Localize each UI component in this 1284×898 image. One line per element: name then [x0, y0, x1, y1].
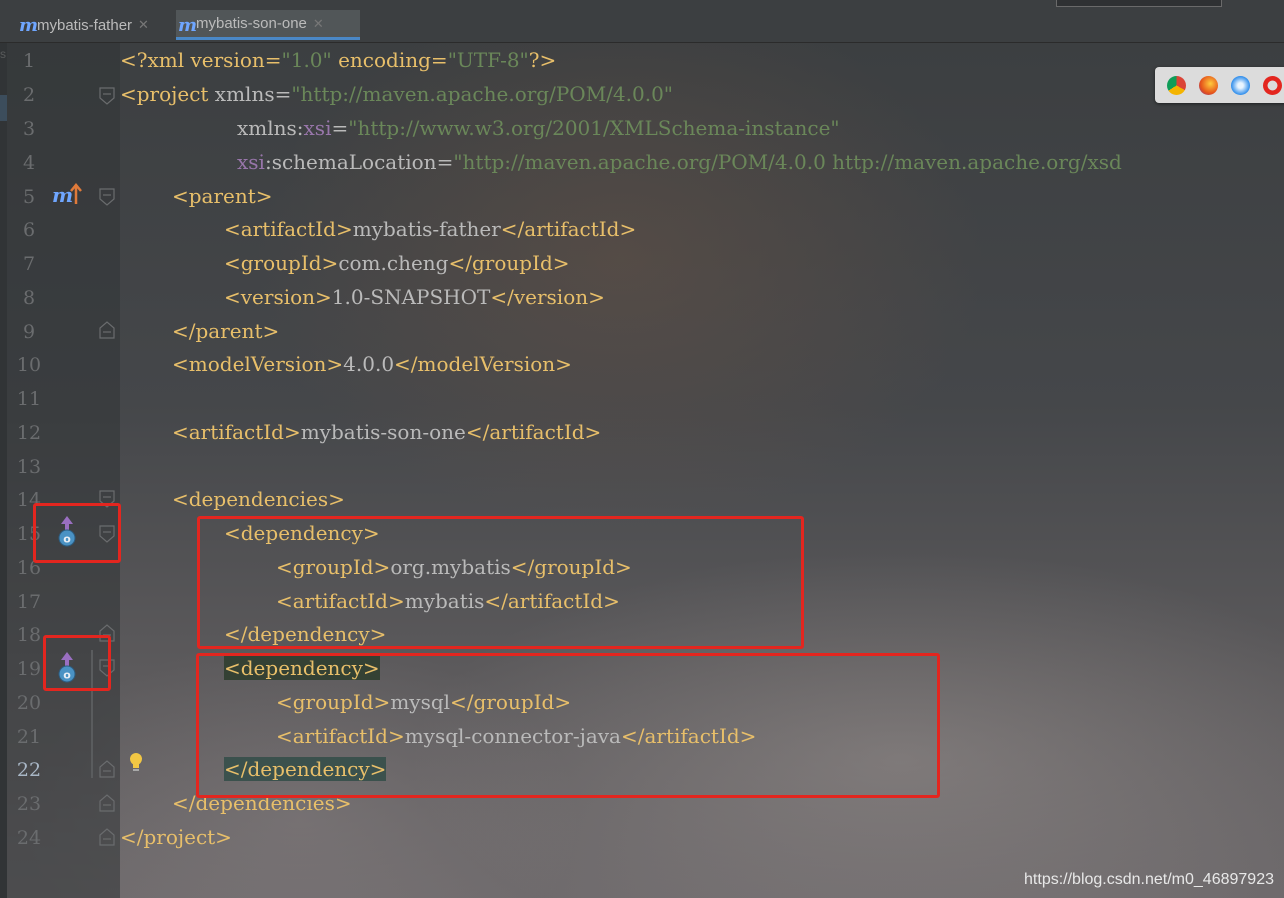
xml-tag: </parent>: [172, 319, 280, 343]
annotation-box: [197, 516, 804, 649]
line-number: 24: [16, 827, 42, 849]
line-number: 10: [16, 354, 42, 376]
annotation-box: [196, 653, 940, 798]
xml-tag: </modelVersion>: [394, 352, 572, 376]
lightbulb-icon[interactable]: [128, 752, 144, 774]
tab-label: mybatis-son-one: [196, 15, 307, 32]
namespace: xsi: [303, 116, 332, 140]
code-line-2[interactable]: <project xmlns="http://maven.apache.org/…: [120, 82, 673, 106]
xml-tag: </groupId>: [448, 251, 570, 275]
line-number: 13: [16, 456, 42, 478]
attr-name: xmlns=: [214, 82, 292, 106]
line-number: 3: [22, 118, 36, 140]
line-number: 6: [22, 219, 36, 241]
fold-close-icon[interactable]: [98, 760, 116, 778]
attr-value: "1.0": [281, 48, 332, 72]
attr-name: =: [331, 116, 349, 140]
line-number: 12: [16, 422, 42, 444]
fold-close-icon[interactable]: [98, 794, 116, 812]
close-icon[interactable]: ✕: [138, 17, 149, 33]
xml-tag: </artifactId>: [500, 217, 637, 241]
fold-close-icon[interactable]: [98, 321, 116, 339]
line-number-current: 22: [16, 759, 42, 781]
attr-value: "UTF-8": [447, 48, 529, 72]
tag-text: com.cheng: [338, 251, 449, 275]
code-line-10[interactable]: <modelVersion>4.0.0</modelVersion>: [172, 352, 572, 376]
attr-name: xmlns:: [237, 116, 304, 140]
xml-declaration: ?>: [528, 48, 557, 72]
close-icon[interactable]: ✕: [313, 16, 324, 32]
code-line-8[interactable]: <version>1.0-SNAPSHOT</version>: [224, 285, 605, 309]
editor-tab-bar: m mybatis-father ✕ m mybatis-son-one ✕: [0, 0, 1284, 43]
xml-tag: </project>: [120, 825, 232, 849]
safari-icon[interactable]: [1231, 76, 1250, 95]
line-number: 23: [16, 793, 42, 815]
firefox-icon[interactable]: [1199, 76, 1218, 95]
watermark-text: https://blog.csdn.net/m0_46897923: [1024, 871, 1274, 888]
tab-label: mybatis-father: [37, 16, 133, 34]
fold-open-icon[interactable]: [98, 87, 116, 105]
tag-text: mybatis-father: [352, 217, 501, 241]
line-number: 19: [16, 658, 42, 680]
tag-text: 1.0-SNAPSHOT: [331, 285, 491, 309]
search-field[interactable]: [1056, 0, 1222, 7]
browser-preview-popup: [1155, 67, 1284, 103]
fold-close-icon[interactable]: [98, 828, 116, 846]
tab-mybatis-son-one[interactable]: m mybatis-son-one ✕: [176, 10, 360, 40]
annotation-box: [33, 503, 121, 563]
xml-tag: <project: [120, 82, 215, 106]
line-number: 21: [16, 726, 42, 748]
xml-tag: <modelVersion>: [172, 352, 344, 376]
code-line-24[interactable]: </project>: [120, 825, 232, 849]
line-number: 8: [22, 287, 36, 309]
annotation-box: [43, 635, 111, 691]
code-line-9[interactable]: </parent>: [172, 319, 279, 343]
line-number: 5: [22, 186, 36, 208]
attr-value: "http://www.w3.org/2001/XMLSchema-instan…: [348, 116, 840, 140]
xml-declaration: <?xml version=: [120, 48, 282, 72]
xml-tag: <dependencies>: [172, 487, 345, 511]
opera-icon[interactable]: [1263, 76, 1282, 95]
attr-name: :schemaLocation=: [264, 150, 454, 174]
line-number: 17: [16, 591, 42, 613]
maven-parent-icon[interactable]: m: [52, 182, 82, 206]
code-line-14[interactable]: <dependencies>: [172, 487, 345, 511]
xml-tag: <artifactId>: [224, 217, 353, 241]
line-number: 11: [16, 388, 42, 410]
code-line-7[interactable]: <groupId>com.cheng</groupId>: [224, 251, 570, 275]
xml-tag: <version>: [224, 285, 332, 309]
svg-text:m: m: [52, 183, 73, 206]
xml-tag: <groupId>: [224, 251, 339, 275]
xml-tag: </artifactId>: [465, 420, 602, 444]
code-line-12[interactable]: <artifactId>mybatis-son-one</artifactId>: [172, 420, 601, 444]
line-number: 7: [22, 253, 36, 275]
code-line-5[interactable]: <parent>: [172, 184, 273, 208]
tag-text: 4.0.0: [343, 352, 395, 376]
maven-icon: m: [19, 15, 39, 36]
xml-tag: <artifactId>: [172, 420, 301, 444]
namespace: xsi: [237, 150, 265, 174]
code-line-4[interactable]: xsi:schemaLocation="http://maven.apache.…: [237, 150, 1122, 174]
fold-open-icon[interactable]: [98, 188, 116, 206]
line-number: 20: [16, 692, 42, 714]
xml-tag: </version>: [490, 285, 605, 309]
maven-icon: m: [178, 15, 198, 36]
attr-value: "http://maven.apache.org/POM/4.0.0 http:…: [453, 150, 1122, 174]
xml-declaration: encoding=: [331, 48, 448, 72]
attr-value: "http://maven.apache.org/POM/4.0.0": [291, 82, 674, 106]
tab-mybatis-father[interactable]: m mybatis-father ✕: [17, 10, 201, 40]
code-line-3[interactable]: xmlns:xsi="http://www.w3.org/2001/XMLSch…: [237, 116, 840, 140]
chrome-icon[interactable]: [1167, 76, 1186, 95]
line-number: 18: [16, 624, 42, 646]
line-number: 4: [22, 152, 36, 174]
line-number: 1: [22, 50, 36, 72]
code-line-6[interactable]: <artifactId>mybatis-father</artifactId>: [224, 217, 636, 241]
line-number: 9: [22, 321, 36, 343]
tag-text: mybatis-son-one: [300, 420, 466, 444]
line-number: 2: [22, 84, 36, 106]
code-line-1[interactable]: <?xml version="1.0" encoding="UTF-8"?>: [120, 48, 556, 72]
xml-tag: <parent>: [172, 184, 273, 208]
